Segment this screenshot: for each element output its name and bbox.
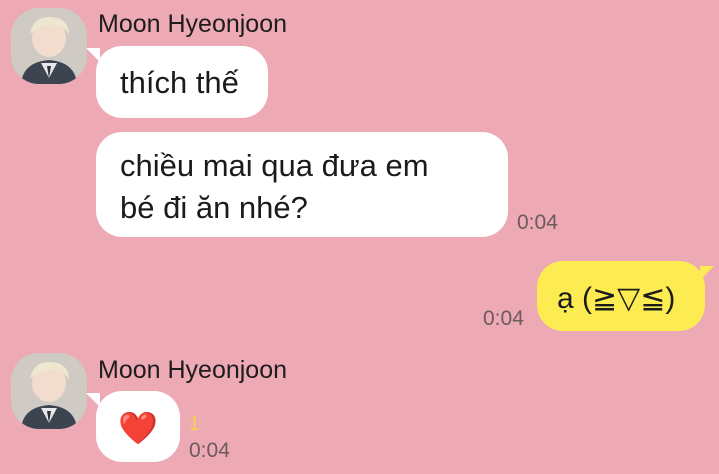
unread-count: 1: [189, 414, 200, 435]
bubble-tail: [700, 266, 714, 280]
outgoing-message-bubble[interactable]: ạ (≧▽≦): [537, 261, 705, 331]
sender-avatar[interactable]: [11, 8, 87, 84]
message-bubble[interactable]: chiều mai qua đưa em bé đi ăn nhé?: [96, 132, 508, 237]
message-text: ạ (≧▽≦): [557, 282, 676, 315]
message-text-line: chiều mai qua đưa em: [120, 148, 429, 183]
avatar-icon: [11, 8, 87, 84]
sender-avatar[interactable]: [11, 353, 87, 429]
message-text-line: bé đi ăn nhé?: [120, 189, 308, 225]
bubble-tail: [86, 48, 100, 62]
sender-name: Moon Hyeonjoon: [98, 10, 288, 38]
message-text: thích thế: [120, 65, 239, 100]
sender-name: Moon Hyeonjoon: [98, 356, 288, 384]
message-time: 0:04: [189, 439, 230, 462]
message-bubble[interactable]: thích thế: [96, 46, 268, 118]
message-time: 0:04: [483, 307, 524, 330]
avatar-icon: [11, 353, 87, 429]
message-time: 0:04: [517, 211, 558, 234]
heart-icon: ❤️: [118, 410, 158, 446]
bubble-tail: [86, 393, 100, 407]
message-bubble[interactable]: ❤️: [96, 391, 180, 462]
